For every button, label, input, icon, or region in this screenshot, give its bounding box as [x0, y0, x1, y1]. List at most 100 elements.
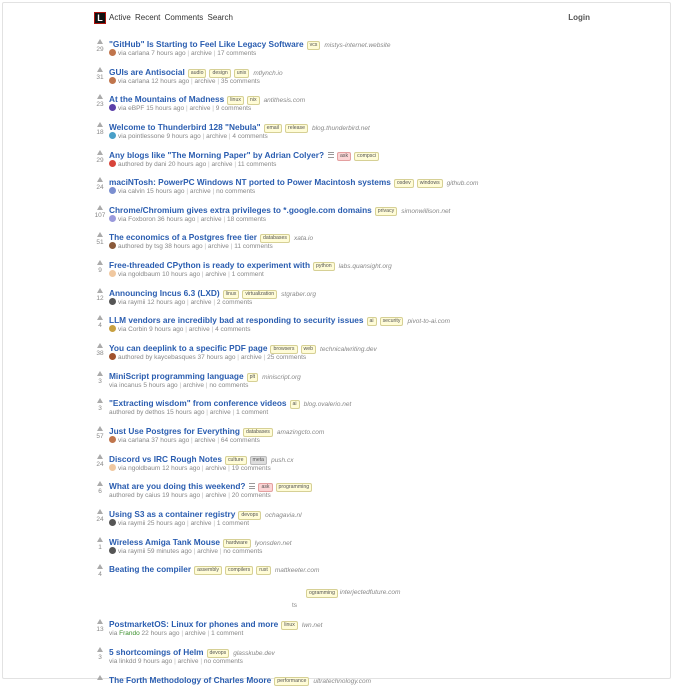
story-tag[interactable]: ask	[337, 151, 352, 161]
comments-link[interactable]: 4 comments	[232, 133, 267, 140]
story-domain[interactable]: ochagavia.nl	[265, 512, 302, 519]
comments-link[interactable]: 11 comments	[234, 243, 273, 250]
story-domain[interactable]: miniscript.org	[262, 374, 301, 381]
upvote-arrow-icon[interactable]	[97, 287, 103, 293]
archive-link[interactable]: archive	[210, 409, 231, 416]
upvote-arrow-icon[interactable]	[97, 343, 103, 349]
story-title-link[interactable]: Announcing Incus 6.3 (LXD)	[109, 288, 220, 298]
story-title-link[interactable]: The Forth Methodology of Charles Moore	[109, 675, 271, 685]
comments-link[interactable]: 1 comment	[211, 630, 243, 637]
story-author-link[interactable]: caius	[145, 492, 160, 499]
story-author-link[interactable]: eBPF	[128, 105, 144, 112]
comments-link[interactable]: 4 comments	[215, 326, 250, 333]
story-title-link[interactable]: At the Mountains of Madness	[109, 94, 224, 104]
story-domain[interactable]: pivot-to-ai.com	[407, 318, 450, 325]
story-title-link[interactable]: The economics of a Postgres free tier	[109, 232, 257, 242]
story-title-link[interactable]: Discord vs IRC Rough Notes	[109, 454, 222, 464]
story-title-link[interactable]: "Extracting wisdom" from conference vide…	[109, 398, 287, 408]
story-tag[interactable]: privacy	[374, 206, 398, 216]
login-link[interactable]: Login	[568, 13, 590, 22]
story-title-link[interactable]: "GitHub" Is Starting to Feel Like Legacy…	[109, 39, 304, 49]
story-domain[interactable]: lwn.net	[302, 622, 323, 629]
story-tag[interactable]: windows	[416, 179, 443, 189]
story-title-link[interactable]: maciNTosh: PowerPC Windows NT ported to …	[109, 177, 391, 187]
story-tag[interactable]: ai	[289, 400, 300, 410]
story-author-link[interactable]: calvin	[128, 188, 145, 195]
story-author-link[interactable]: kaycebasques	[154, 354, 196, 361]
upvote-arrow-icon[interactable]	[97, 232, 103, 238]
archive-link[interactable]: archive	[195, 78, 216, 85]
comments-link[interactable]: 11 comments	[238, 161, 277, 168]
upvote-arrow-icon[interactable]	[97, 94, 103, 100]
story-author-link[interactable]: linkdd	[119, 658, 136, 665]
story-title-link[interactable]: Any blogs like "The Morning Paper" by Ad…	[109, 150, 324, 160]
user-avatar[interactable]	[109, 214, 116, 222]
story-tag[interactable]: security	[379, 317, 404, 327]
upvote-arrow-icon[interactable]	[97, 481, 103, 487]
nav-active[interactable]: Active	[109, 13, 131, 22]
user-avatar[interactable]	[109, 76, 116, 84]
story-domain[interactable]: glasskube.dev	[233, 650, 275, 657]
story-tag[interactable]: release	[284, 123, 308, 133]
upvote-arrow-icon[interactable]	[97, 39, 103, 44]
story-domain[interactable]: ultratechnology.com	[313, 678, 371, 685]
story-domain[interactable]: xata.io	[294, 235, 313, 242]
upvote-arrow-icon[interactable]	[97, 260, 103, 266]
story-title-link[interactable]: What are you doing this weekend?	[109, 481, 245, 491]
story-title-link[interactable]: Using S3 as a container registry	[109, 509, 235, 519]
story-tag[interactable]: programming	[275, 483, 313, 493]
comments-link[interactable]: no comments	[204, 658, 243, 665]
comments-link[interactable]: 20 comments	[232, 492, 271, 499]
user-avatar[interactable]	[109, 159, 116, 167]
archive-link[interactable]: archive	[201, 216, 222, 223]
story-author-link[interactable]: raymii	[128, 299, 145, 306]
user-avatar[interactable]	[109, 242, 116, 250]
story-domain[interactable]: antithesis.com	[264, 97, 306, 104]
upvote-arrow-icon[interactable]	[97, 315, 103, 321]
story-title-link[interactable]: GUIs are Antisocial	[109, 67, 185, 77]
story-title-link[interactable]: You can deeplink to a specific PDF page	[109, 343, 267, 353]
story-domain[interactable]: mattkeeter.com	[275, 567, 320, 574]
comments-link[interactable]: 1 comment	[236, 409, 268, 416]
story-author-link[interactable]: carlana	[128, 437, 149, 444]
story-domain[interactable]: simonwillison.net	[401, 208, 450, 215]
story-author-link[interactable]: incanus	[119, 382, 141, 389]
story-author-link[interactable]: Frando	[119, 630, 140, 637]
archive-link[interactable]: archive	[205, 271, 226, 278]
archive-link[interactable]: archive	[190, 188, 211, 195]
story-title-link[interactable]: MiniScript programming language	[109, 371, 244, 381]
user-avatar[interactable]	[109, 270, 116, 278]
archive-link[interactable]: archive	[241, 354, 262, 361]
comments-link[interactable]: no comments	[209, 382, 248, 389]
comments-link[interactable]: 19 comments	[232, 465, 271, 472]
story-author-link[interactable]: carlana	[128, 50, 149, 57]
story-title-link[interactable]: Just Use Postgres for Everything	[109, 426, 240, 436]
story-tag[interactable]: python	[313, 262, 335, 272]
story-title-link[interactable]: Welcome to Thunderbird 128 "Nebula"	[109, 122, 261, 132]
upvote-arrow-icon[interactable]	[97, 647, 103, 653]
story-tag[interactable]: performance	[274, 676, 310, 686]
user-avatar[interactable]	[109, 353, 116, 361]
comments-link[interactable]: 25 comments	[267, 354, 306, 361]
archive-link[interactable]: archive	[208, 243, 229, 250]
user-avatar[interactable]	[109, 435, 116, 443]
user-avatar[interactable]	[109, 297, 116, 305]
story-title-link[interactable]: Free-threaded CPython is ready to experi…	[109, 260, 310, 270]
archive-link[interactable]: archive	[212, 161, 233, 168]
comments-link[interactable]: 64 comments	[221, 437, 260, 444]
upvote-arrow-icon[interactable]	[97, 204, 103, 210]
user-avatar[interactable]	[109, 187, 116, 195]
story-author-link[interactable]: Foxboron	[128, 216, 155, 223]
user-avatar[interactable]	[109, 546, 116, 554]
comments-link[interactable]: 35 comments	[221, 78, 260, 85]
story-title-link[interactable]: PostmarketOS: Linux for phones and more	[109, 619, 278, 629]
comments-link[interactable]: 17 comments	[217, 50, 256, 57]
story-tag[interactable]: compsci	[354, 151, 380, 161]
story-tag[interactable]: vcs	[306, 41, 321, 50]
archive-link[interactable]: archive	[183, 382, 204, 389]
story-domain[interactable]: lyonsden.net	[255, 540, 292, 547]
story-domain[interactable]: stgraber.org	[281, 291, 316, 298]
story-title-link[interactable]: Beating the compiler	[109, 564, 191, 574]
archive-link[interactable]: archive	[205, 492, 226, 499]
story-tag[interactable]: rust	[256, 566, 271, 576]
